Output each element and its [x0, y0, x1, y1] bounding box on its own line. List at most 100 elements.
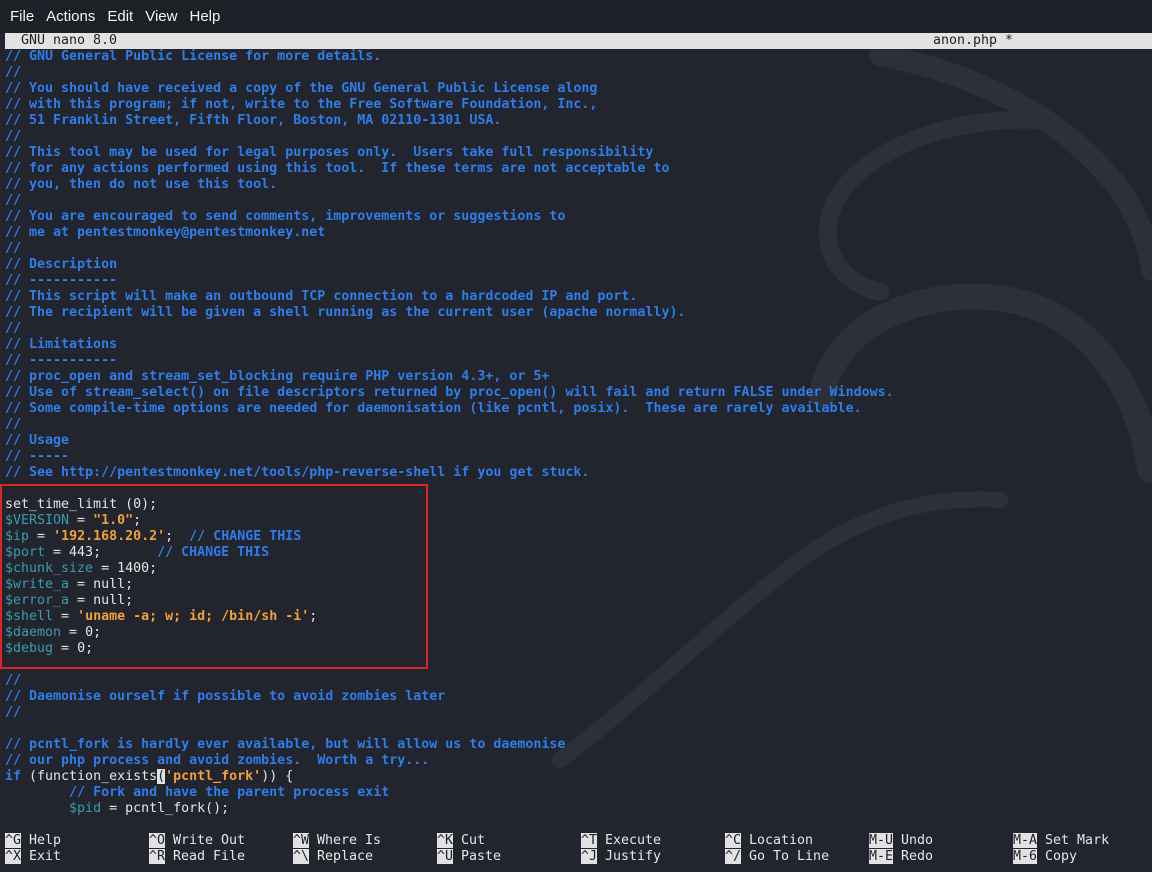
shortcut-key: ^C: [725, 833, 742, 848]
shortcut-key: ^X: [5, 849, 22, 864]
shortcut-label: Replace: [317, 849, 374, 864]
code-line[interactable]: // You are encouraged to send comments, …: [5, 209, 894, 225]
code-line[interactable]: // for any actions performed using this …: [5, 161, 894, 177]
shortcut-cut[interactable]: ^K Cut: [437, 833, 581, 849]
code-line[interactable]: // See http://pentestmonkey.net/tools/ph…: [5, 465, 894, 481]
code-line[interactable]: //: [5, 65, 894, 81]
code-line[interactable]: //: [5, 673, 894, 689]
code-line[interactable]: // Use of stream_select() on file descri…: [5, 385, 894, 401]
menu-actions[interactable]: Actions: [46, 8, 95, 25]
shortcut-location[interactable]: ^C Location: [725, 833, 869, 849]
code-line[interactable]: // -----------: [5, 273, 894, 289]
code-line[interactable]: // -----------: [5, 353, 894, 369]
comment-token: // Fork and have the parent process exit: [69, 785, 390, 800]
comment-token: //: [5, 673, 22, 688]
code-line[interactable]: //: [5, 193, 894, 209]
shortcut-read-file[interactable]: ^R Read File: [149, 849, 293, 865]
shortcut-key: M-U: [869, 833, 894, 848]
comment-token: // -----------: [5, 273, 118, 288]
comment-token: // GNU General Public License for more d…: [5, 49, 382, 64]
shortcut-key: ^R: [149, 849, 166, 864]
code-text: )) {: [261, 769, 294, 784]
code-line[interactable]: //: [5, 241, 894, 257]
menu-edit[interactable]: Edit: [107, 8, 133, 25]
shortcut-key: ^T: [581, 833, 598, 848]
code-line[interactable]: // Limitations: [5, 337, 894, 353]
shortcut-exit[interactable]: ^X Exit: [5, 849, 149, 865]
shortcut-paste[interactable]: ^U Paste: [437, 849, 581, 865]
comment-token: // with this program; if not, write to t…: [5, 97, 598, 112]
code-line[interactable]: //: [5, 705, 894, 721]
menu-help[interactable]: Help: [189, 8, 220, 25]
comment-token: // You are encouraged to send comments, …: [5, 209, 566, 224]
menu-file[interactable]: File: [10, 8, 34, 25]
shortcut-where-is[interactable]: ^W Where Is: [293, 833, 437, 849]
comment-token: // Daemonise ourself if possible to avoi…: [5, 689, 446, 704]
shortcut-label: Write Out: [173, 833, 246, 848]
code-line[interactable]: // The recipient will be given a shell r…: [5, 305, 894, 321]
code-line[interactable]: // with this program; if not, write to t…: [5, 97, 894, 113]
code-line[interactable]: //: [5, 129, 894, 145]
code-line[interactable]: // 51 Franklin Street, Fifth Floor, Bost…: [5, 113, 894, 129]
nano-title-bar: GNU nano 8.0 anon.php *: [5, 33, 1152, 49]
shortcut-go-to-line[interactable]: ^/ Go To Line: [725, 849, 869, 865]
code-line[interactable]: // Daemonise ourself if possible to avoi…: [5, 689, 894, 705]
shortcut-set-mark[interactable]: M-A Set Mark: [1013, 833, 1152, 849]
code-line[interactable]: // Usage: [5, 433, 894, 449]
shortcut-execute[interactable]: ^T Execute: [581, 833, 725, 849]
code-line[interactable]: // you, then do not use this tool.: [5, 177, 894, 193]
comment-token: // -----------: [5, 353, 118, 368]
menu-bar: File Actions Edit View Help: [0, 0, 1152, 33]
shortcut-help[interactable]: ^G Help: [5, 833, 149, 849]
comment-token: // Limitations: [5, 337, 118, 352]
shortcut-redo[interactable]: M-E Redo: [869, 849, 1013, 865]
code-line[interactable]: // Some compile-time options are needed …: [5, 401, 894, 417]
comment-token: // our php process and avoid zombies. Wo…: [5, 753, 430, 768]
code-text: (function_exists: [21, 769, 158, 784]
code-line[interactable]: // pcntl_fork is hardly ever available, …: [5, 737, 894, 753]
shortcut-label: Cut: [461, 833, 486, 848]
comment-token: //: [5, 705, 22, 720]
code-line[interactable]: // Description: [5, 257, 894, 273]
code-line[interactable]: // Fork and have the parent process exit: [5, 785, 894, 801]
code-line[interactable]: // This script will make an outbound TCP…: [5, 289, 894, 305]
shortcut-key: ^J: [581, 849, 598, 864]
code-line[interactable]: // me at pentestmonkey@pentestmonkey.net: [5, 225, 894, 241]
comment-token: //: [5, 417, 22, 432]
shortcut-write-out[interactable]: ^O Write Out: [149, 833, 293, 849]
comment-token: // This script will make an outbound TCP…: [5, 289, 638, 304]
code-line[interactable]: // our php process and avoid zombies. Wo…: [5, 753, 894, 769]
code-line[interactable]: // You should have received a copy of th…: [5, 81, 894, 97]
code-line[interactable]: // -----: [5, 449, 894, 465]
code-line[interactable]: //: [5, 321, 894, 337]
code-line[interactable]: // This tool may be used for legal purpo…: [5, 145, 894, 161]
shortcut-replace[interactable]: ^\ Replace: [293, 849, 437, 865]
code-line[interactable]: if (function_exists('pcntl_fork')) {: [5, 769, 894, 785]
shortcut-key: ^/: [725, 849, 742, 864]
shortcut-key: ^O: [149, 833, 166, 848]
comment-token: // pcntl_fork is hardly ever available, …: [5, 737, 566, 752]
shortcut-key: ^U: [437, 849, 454, 864]
comment-token: // Some compile-time options are needed …: [5, 401, 862, 416]
code-text: = pcntl_fork();: [101, 801, 230, 816]
shortcut-justify[interactable]: ^J Justify: [581, 849, 725, 865]
shortcut-copy[interactable]: M-6 Copy: [1013, 849, 1152, 865]
code-line[interactable]: [5, 721, 894, 737]
code-editor[interactable]: // GNU General Public License for more d…: [5, 49, 894, 817]
status-line: [5, 817, 1152, 833]
code-line[interactable]: $pid = pcntl_fork();: [5, 801, 894, 817]
code-line[interactable]: // proc_open and stream_set_blocking req…: [5, 369, 894, 385]
shortcut-key: M-A: [1013, 833, 1038, 848]
shortcut-key: ^\: [293, 849, 310, 864]
shortcut-label: Execute: [605, 833, 662, 848]
code-line[interactable]: // GNU General Public License for more d…: [5, 49, 894, 65]
shortcut-undo[interactable]: M-U Undo: [869, 833, 1013, 849]
comment-token: //: [5, 193, 22, 208]
menu-view[interactable]: View: [145, 8, 177, 25]
shortcut-key: ^G: [5, 833, 22, 848]
code-line[interactable]: //: [5, 417, 894, 433]
comment-token: // Description: [5, 257, 118, 272]
comment-token: // Use of stream_select() on file descri…: [5, 385, 894, 400]
